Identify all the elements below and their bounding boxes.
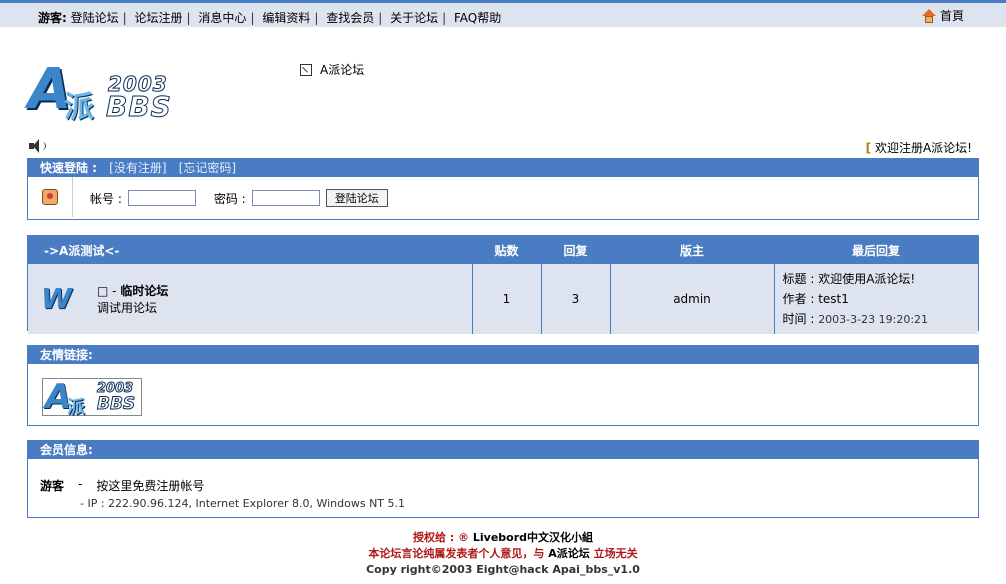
- footer-copyright: Copy right©2003 Eight@hack Apai_bbs_v1.0: [366, 563, 640, 576]
- moderator-link[interactable]: admin: [673, 292, 711, 306]
- guest-label: 游客:: [38, 11, 67, 25]
- mini-logo-bbs: BBS: [96, 394, 136, 415]
- quick-login-title: 快速登陆 :: [40, 161, 97, 175]
- last-title-link[interactable]: 欢迎使用A派论坛!: [818, 272, 915, 286]
- nav-separator: |: [186, 11, 191, 25]
- home-label: 首頁: [939, 9, 964, 23]
- forum-table: ->A派测试<- 贴数 回复 版主 最后回复 W □ - 临时论坛 调试用论坛: [28, 236, 978, 334]
- last-author-link[interactable]: test1: [818, 292, 849, 306]
- footer-disclaimer-name: A派论坛: [548, 547, 590, 560]
- forum-title-link[interactable]: 临时论坛: [120, 284, 168, 298]
- welcome-text: 欢迎注册A派论坛!: [874, 141, 972, 155]
- nav-register[interactable]: 论坛注册: [135, 11, 183, 25]
- forum-moderator: admin: [609, 264, 774, 334]
- logo-bbs: BBS: [106, 90, 172, 124]
- friend-links-header: 友情链接:: [28, 346, 978, 364]
- home-icon: [921, 8, 936, 23]
- user-icon: [42, 189, 58, 205]
- nav-edit-profile[interactable]: 编辑资料: [262, 11, 310, 25]
- welcome-bracket: [: [865, 141, 872, 155]
- member-ip-info: - IP : 222.90.96.124, Internet Explorer …: [80, 497, 406, 510]
- posts-header: 贴数: [472, 236, 541, 264]
- footer: 授权给 : ® Livebord中文汉化小組 本论坛言论纯属发表者个人意见，与 …: [0, 530, 1006, 578]
- password-label: 密码 :: [213, 191, 246, 206]
- site-logo[interactable]: A 派 2003 BBS: [28, 58, 188, 126]
- welcome-message: [ 欢迎注册A派论坛!: [866, 139, 972, 156]
- account-input[interactable]: [127, 190, 196, 206]
- replies-header: 回复: [541, 236, 610, 264]
- forum-posts: 1: [471, 264, 541, 334]
- forum-title-prefix: □ -: [97, 284, 117, 298]
- forum-category-header[interactable]: ->A派测试<-: [28, 236, 472, 264]
- friend-link-logo[interactable]: A 派 2003 BBS: [42, 377, 142, 418]
- nav-find-members[interactable]: 查找会员: [326, 11, 374, 25]
- member-dash: -: [78, 477, 83, 491]
- forum-name-cell: W □ - 临时论坛 调试用论坛: [28, 264, 472, 334]
- nav-separator: |: [314, 11, 319, 25]
- last-title-label: 标题 :: [782, 271, 815, 286]
- last-time: 2003-3-23 19:20:21: [818, 312, 929, 326]
- account-label: 帐号 :: [90, 191, 122, 206]
- table-row: W □ - 临时论坛 调试用论坛 1 3 admin 标题 : 欢迎使用A派论坛…: [28, 264, 978, 334]
- footer-disclaimer-a: 本论坛言论纯属发表者个人意见，与: [368, 547, 545, 560]
- mini-logo-pai: 派: [67, 397, 85, 418]
- forum-table-panel: ->A派测试<- 贴数 回复 版主 最后回复 W □ - 临时论坛 调试用论坛: [27, 235, 979, 334]
- forum-home-link[interactable]: A派论坛: [300, 61, 364, 78]
- nav-separator: |: [122, 11, 127, 25]
- last-reply-header: 最后回复: [774, 236, 978, 264]
- footer-license-name: Livebord中文汉化小組: [472, 531, 594, 544]
- nav-separator: |: [378, 11, 383, 25]
- quick-login-header: 快速登陆 : [没有注册] [忘记密码]: [28, 159, 978, 177]
- top-nav-bar: 游客: 登陆论坛 | 论坛注册 | 消息中心 | 编辑资料 | 查找会员 | 关于论坛 | …: [0, 0, 1006, 27]
- password-input[interactable]: [251, 190, 320, 206]
- moderator-header: 版主: [610, 236, 774, 264]
- guest-member-label: 游客: [40, 479, 65, 493]
- forum-w-icon: W: [41, 282, 72, 315]
- no-account-link[interactable]: [没有注册]: [109, 161, 166, 175]
- quick-login-body: 帐号 : 密码 : 登陆论坛: [28, 177, 978, 219]
- footer-disclaimer: 本论坛言论纯属发表者个人意见，与 A派论坛 立场无关: [0, 546, 1006, 562]
- last-reply-cell: 标题 : 欢迎使用A派论坛! 作者 : test1 时间 : 2003-3-23…: [773, 264, 978, 334]
- forum-replies: 3: [540, 264, 610, 334]
- member-row-guest: 游客 - 按这里免费注册帐号: [40, 477, 204, 494]
- forgot-password-link[interactable]: [忘记密码]: [179, 161, 236, 175]
- nav-separator: |: [250, 11, 255, 25]
- nav-about[interactable]: 关于论坛: [390, 11, 438, 25]
- login-fields: 帐号 : 密码 : 登陆论坛: [90, 189, 388, 207]
- nav-separator: |: [442, 11, 447, 25]
- member-info-header: 会员信息:: [28, 441, 978, 459]
- nav-faq[interactable]: FAQ帮助: [454, 11, 501, 25]
- footer-disclaimer-b: 立场无关: [593, 547, 638, 560]
- forum-description: 调试用论坛: [97, 301, 158, 315]
- free-register-link[interactable]: 按这里免费注册帐号: [96, 477, 204, 494]
- home-link[interactable]: 首頁: [921, 7, 964, 24]
- footer-license-prefix: 授权给 : ®: [412, 531, 470, 544]
- last-time-label: 时间 :: [782, 311, 815, 326]
- nav-login[interactable]: 登陆论坛: [71, 11, 119, 25]
- nav-messages[interactable]: 消息中心: [198, 11, 246, 25]
- top-nav: 游客: 登陆论坛 | 论坛注册 | 消息中心 | 编辑资料 | 查找会员 | 关于论坛 | …: [38, 9, 501, 26]
- speaker-icon[interactable]: [29, 139, 47, 153]
- arrow-box-icon: [300, 63, 312, 76]
- forum-home-label: A派论坛: [320, 63, 365, 77]
- member-info-panel: 会员信息: 游客 - 按这里免费注册帐号 - IP : 222.90.96.12…: [27, 440, 979, 518]
- forum-table-header: ->A派测试<- 贴数 回复 版主 最后回复: [28, 236, 978, 264]
- footer-license: 授权给 : ® Livebord中文汉化小組: [0, 530, 1006, 546]
- logo-pai: 派: [64, 90, 94, 125]
- quick-login-panel: 快速登陆 : [没有注册] [忘记密码] 帐号 : 密码 : 登陆论坛: [27, 158, 979, 220]
- login-submit-button[interactable]: 登陆论坛: [325, 189, 388, 207]
- friend-links-panel: 友情链接: A 派 2003 BBS: [27, 345, 979, 426]
- login-icon-cell: [28, 177, 73, 217]
- last-author-label: 作者 :: [782, 291, 815, 306]
